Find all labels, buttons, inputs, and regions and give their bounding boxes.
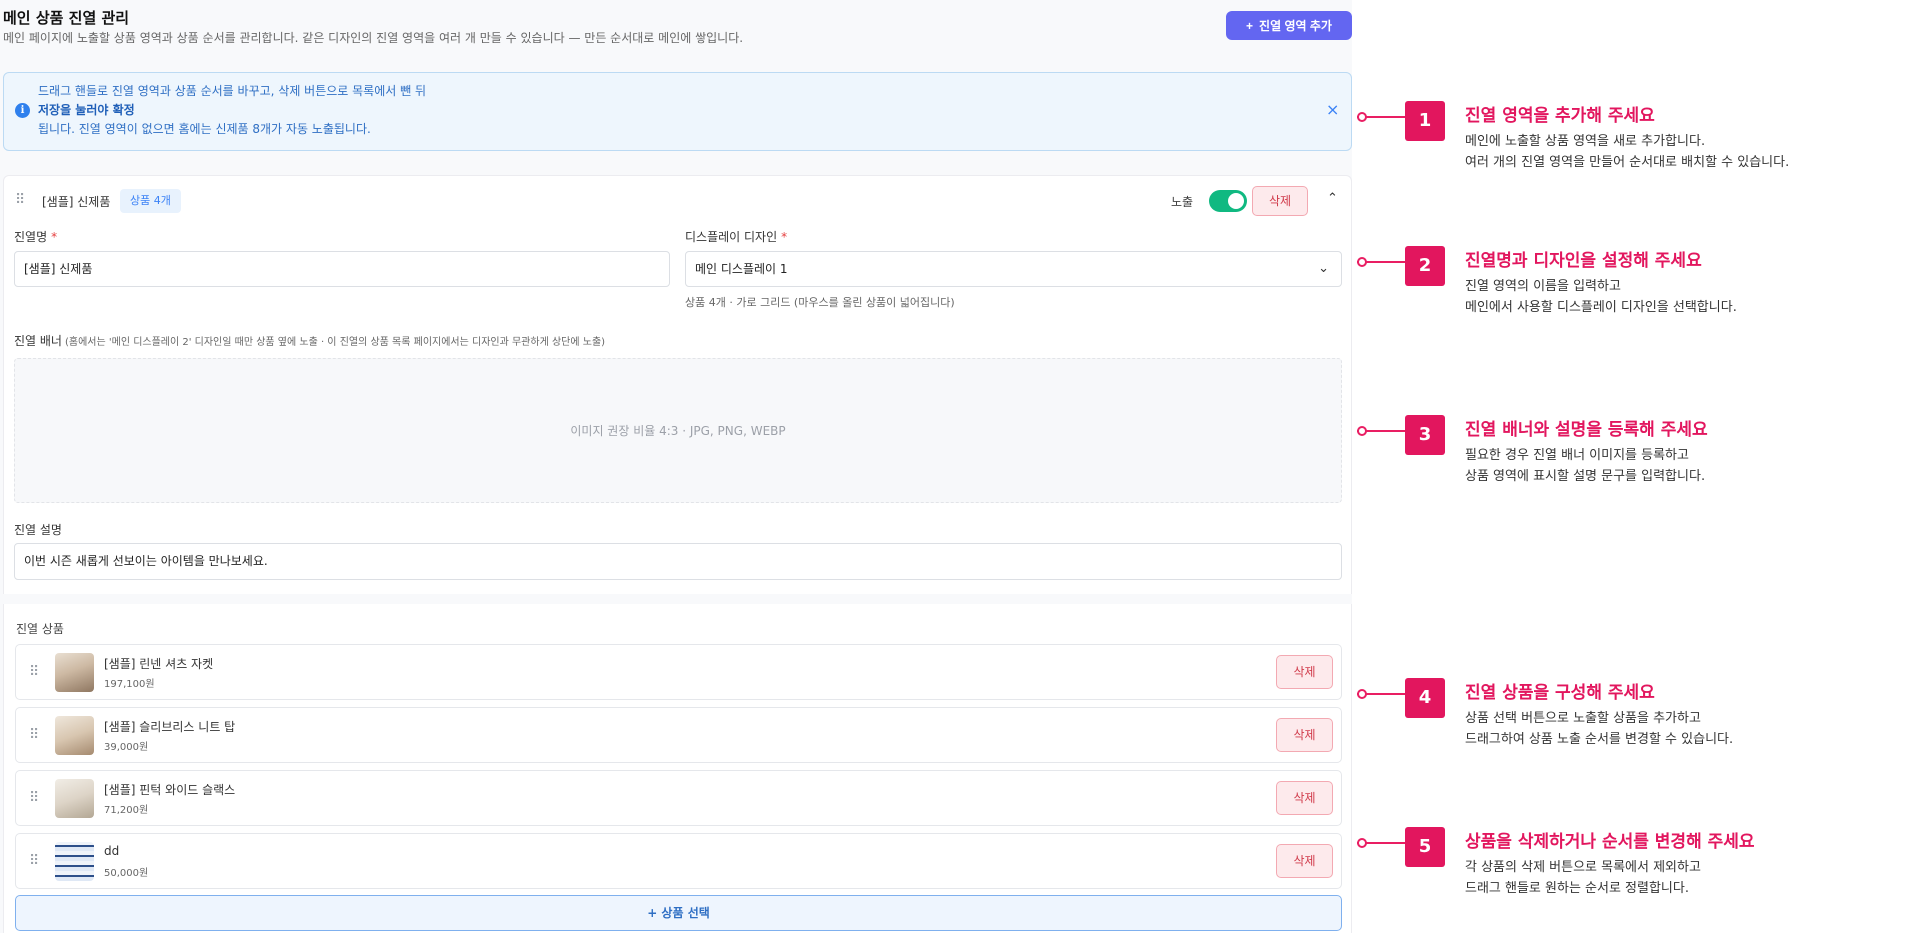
add-display-area-label: 진열 영역 추가 [1259,19,1332,33]
design-field-label: 디스플레이 디자인 * [685,228,787,245]
design-helper-text: 상품 4개 · 가로 그리드 (마우스를 올린 상품이 넓어집니다) [685,296,955,309]
callout-3: 3 진열 배너와 설명을 등록해 주세요 필요한 경우 진열 배너 이미지를 등… [1357,415,1917,495]
callout-1: 1 진열 영역을 추가해 주세요 메인에 노출할 상품 영역을 새로 추가합니다… [1357,101,1917,181]
expose-toggle[interactable] [1209,190,1247,212]
section-title: [샘플] 신제품 [42,195,111,209]
callout-desc-line: 메인에서 사용할 디스플레이 디자인을 선택합니다. [1465,300,1737,315]
page-title: 메인 상품 진열 관리 [3,9,130,27]
callout-description: 메인에 노출할 상품 영역을 새로 추가합니다. 여러 개의 진열 영역을 만들… [1465,131,1789,173]
callout-title: 진열명과 디자인을 설정해 주세요 [1465,251,1702,271]
info-line-2: 저장을 눌러야 확정 [38,103,135,117]
callout-description: 진열 영역의 이름을 입력하고 메인에서 사용할 디스플레이 디자인을 선택합니… [1465,276,1737,318]
product-name: dd [104,844,120,858]
callout-title: 진열 영역을 추가해 주세요 [1465,106,1655,126]
section-delete-button[interactable]: 삭제 [1252,186,1308,216]
callout-dot [1357,689,1367,699]
callout-dot [1357,112,1367,122]
product-count-badge: 상품 4개 [120,189,181,213]
callout-4: 4 진열 상품을 구성해 주세요 상품 선택 버튼으로 노출할 상품을 추가하고… [1357,678,1917,758]
product-thumbnail [55,653,94,692]
chevron-down-icon: ⌄ [1318,261,1329,276]
products-label: 진열 상품 [16,622,64,636]
required-mark: * [781,230,788,244]
info-text: 드래그 핸들로 진열 영역과 상품 순서를 바꾸고, 삭제 버튼으로 목록에서 … [38,82,426,139]
callout-desc-line: 드래그 핸들로 원하는 순서로 정렬합니다. [1465,881,1689,896]
callout-title: 진열 배너와 설명을 등록해 주세요 [1465,420,1708,440]
name-label-text: 진열명 [14,230,48,244]
callout-number: 2 [1405,246,1445,286]
name-field-label: 진열명 * [14,228,57,245]
product-price: 39,000원 [104,742,149,753]
product-price: 50,000원 [104,868,149,879]
callout-description: 각 상품의 삭제 버튼으로 목록에서 제외하고 드래그 핸들로 원하는 순서로 … [1465,857,1701,899]
product-name: [샘플] 슬리브리스 니트 탑 [104,720,236,734]
callout-number: 3 [1405,415,1445,455]
callout-5: 5 상품을 삭제하거나 순서를 변경해 주세요 각 상품의 삭제 버튼으로 목록… [1357,827,1917,907]
page-subtitle: 메인 페이지에 노출할 상품 영역과 상품 순서를 관리합니다. 같은 디자인의… [3,31,744,45]
callout-description: 상품 선택 버튼으로 노출할 상품을 추가하고 드래그하여 상품 노출 순서를 … [1465,708,1733,750]
callout-desc-line: 여러 개의 진열 영역을 만들어 순서대로 배치할 수 있습니다. [1465,155,1790,170]
callout-desc-line: 드래그하여 상품 노출 순서를 변경할 수 있습니다. [1465,732,1734,747]
banner-hint: (홈에서는 '메인 디스플레이 2' 디자인일 때만 상품 옆에 노출 · 이 … [64,337,606,348]
drag-handle-icon[interactable]: ⠿ [29,790,39,806]
design-select-value: 메인 디스플레이 1 [695,262,788,276]
banner-field-label: 진열 배너 (홈에서는 '메인 디스플레이 2' 디자인일 때만 상품 옆에 노출… [14,332,605,349]
add-display-area-button[interactable]: + 진열 영역 추가 [1226,11,1352,40]
close-icon[interactable]: × [1326,100,1339,119]
callout-desc-line: 상품 영역에 표시할 설명 문구를 입력합니다. [1465,469,1706,484]
product-delete-button[interactable]: 삭제 [1276,844,1333,878]
product-delete-button[interactable]: 삭제 [1276,655,1333,689]
product-delete-button[interactable]: 삭제 [1276,781,1333,815]
product-row: ⠿ dd 50,000원 삭제 [15,833,1342,889]
drag-handle-icon[interactable]: ⠿ [29,853,39,869]
select-products-button[interactable]: + 상품 선택 [15,895,1342,931]
description-field-label: 진열 설명 [14,523,62,537]
info-banner: i 드래그 핸들로 진열 영역과 상품 순서를 바꾸고, 삭제 버튼으로 목록에… [3,72,1352,151]
callout-title: 상품을 삭제하거나 순서를 변경해 주세요 [1465,832,1755,852]
product-row: ⠿ [샘플] 슬리브리스 니트 탑 39,000원 삭제 [15,707,1342,763]
info-line-3: 됩니다. 진열 영역이 없으면 홈에는 신제품 8개가 자동 노출됩니다. [38,122,371,136]
product-delete-button[interactable]: 삭제 [1276,718,1333,752]
callout-title: 진열 상품을 구성해 주세요 [1465,683,1655,703]
info-icon: i [15,103,30,118]
callout-desc-line: 상품 선택 버튼으로 노출할 상품을 추가하고 [1465,711,1701,726]
expose-label: 노출 [1171,195,1194,209]
design-label-text: 디스플레이 디자인 [685,230,778,244]
callout-dot [1357,838,1367,848]
collapse-chevron-icon[interactable]: ⌃ [1327,191,1338,206]
callout-desc-line: 진열 영역의 이름을 입력하고 [1465,279,1621,294]
product-row: ⠿ [샘플] 핀턱 와이드 슬랙스 71,200원 삭제 [15,770,1342,826]
info-line-1: 드래그 핸들로 진열 영역과 상품 순서를 바꾸고, 삭제 버튼으로 목록에서 … [38,84,427,98]
callout-desc-line: 필요한 경우 진열 배너 이미지를 등록하고 [1465,448,1689,463]
callout-description: 필요한 경우 진열 배너 이미지를 등록하고 상품 영역에 표시할 설명 문구를… [1465,445,1705,487]
display-design-select[interactable]: 메인 디스플레이 1 ⌄ [685,251,1342,287]
callout-number: 5 [1405,827,1445,867]
drag-handle-icon[interactable]: ⠿ [15,192,25,208]
callout-number: 4 [1405,678,1445,718]
product-thumbnail [55,716,94,755]
display-name-input[interactable]: [샘플] 신제품 [14,251,670,287]
callout-dot [1357,257,1367,267]
banner-label-text: 진열 배너 [14,334,62,348]
product-thumbnail [55,842,94,881]
display-description-input[interactable]: 이번 시즌 새롭게 선보이는 아이템을 만나보세요. [14,543,1342,580]
callout-2: 2 진열명과 디자인을 설정해 주세요 진열 영역의 이름을 입력하고 메인에서… [1357,246,1917,326]
product-thumbnail [55,779,94,818]
callout-desc-line: 메인에 노출할 상품 영역을 새로 추가합니다. [1465,134,1706,149]
product-row: ⠿ [샘플] 린넨 셔츠 자켓 197,100원 삭제 [15,644,1342,700]
upload-hint: 이미지 권장 비율 4:3 · JPG, PNG, WEBP [570,424,786,438]
product-name: [샘플] 핀턱 와이드 슬랙스 [104,783,236,797]
drag-handle-icon[interactable]: ⠿ [29,664,39,680]
product-name: [샘플] 린넨 셔츠 자켓 [104,657,214,671]
plus-icon: + [1246,18,1254,33]
callout-number: 1 [1405,101,1445,141]
callout-desc-line: 각 상품의 삭제 버튼으로 목록에서 제외하고 [1465,860,1701,875]
drag-handle-icon[interactable]: ⠿ [29,727,39,743]
product-price: 197,100원 [104,679,155,690]
required-mark: * [51,230,58,244]
product-price: 71,200원 [104,805,149,816]
callout-dot [1357,426,1367,436]
banner-upload-area[interactable]: 이미지 권장 비율 4:3 · JPG, PNG, WEBP [14,358,1342,503]
